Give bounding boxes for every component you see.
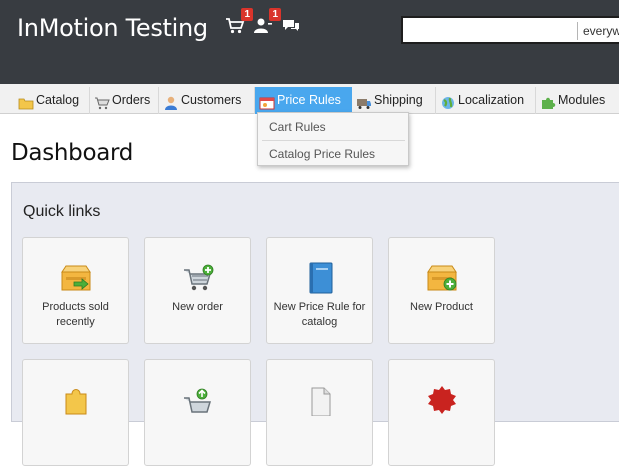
tab-label: Localization [458, 93, 525, 107]
page-title: Dashboard [11, 140, 134, 166]
tab-orders[interactable]: Orders [90, 87, 159, 114]
price-tag-icon [259, 93, 275, 110]
cart-icon [94, 93, 110, 110]
folder-icon [18, 93, 34, 110]
quick-links-title: Quick links [23, 203, 101, 220]
tab-label: Shipping [374, 93, 423, 107]
quick-link-label: New Price Rule for catalog [273, 301, 366, 328]
top-header: InMotion Testing 1 1 everyw [0, 0, 619, 84]
tab-label: Catalog [36, 93, 80, 107]
seal-icon [426, 384, 458, 416]
quick-links-panel: Quick links Products sold recently New o… [11, 182, 619, 466]
quick-link-new-price-rule-for-catalog[interactable]: New Price Rule for catalog [266, 237, 373, 344]
search-scope-select[interactable]: everyw [577, 22, 619, 40]
box-add-icon [426, 262, 458, 294]
cart-upload-icon [182, 384, 214, 416]
tab-catalog[interactable]: Catalog [14, 87, 90, 114]
main-menu: Catalog Orders Customers Price Rules Shi… [0, 84, 619, 114]
submenu-item-cart-rules[interactable]: Cart Rules [258, 114, 408, 140]
user-icon [163, 93, 179, 110]
book-icon [304, 262, 336, 294]
quick-link-label: New order [172, 301, 223, 313]
document-icon [304, 384, 336, 417]
quick-link-cart-upload[interactable] [144, 359, 251, 466]
tab-shipping[interactable]: Shipping [352, 87, 436, 114]
cart-notification-icon[interactable]: 1 [225, 8, 253, 37]
price-rules-submenu: Cart Rules Catalog Price Rules [257, 112, 409, 166]
quick-link-new-order[interactable]: New order [144, 237, 251, 344]
customers-badge: 1 [269, 8, 281, 21]
tab-localization[interactable]: Localization [436, 87, 536, 114]
globe-icon [440, 93, 456, 109]
messages-icon[interactable] [281, 17, 301, 37]
quick-link-new-module[interactable] [22, 359, 129, 466]
tab-customers[interactable]: Customers [159, 87, 255, 114]
quick-link-new-product[interactable]: New Product [388, 237, 495, 344]
shop-name[interactable]: InMotion Testing [17, 14, 208, 42]
tab-label: Customers [181, 93, 242, 107]
submenu-item-catalog-price-rules[interactable]: Catalog Price Rules [258, 141, 408, 167]
box-arrow-icon [60, 262, 92, 294]
cart-badge: 1 [241, 8, 253, 21]
quick-link-products-sold-recently[interactable]: Products sold recently [22, 237, 129, 344]
quick-link-document[interactable] [266, 359, 373, 466]
customers-notification-icon[interactable]: 1 [253, 8, 281, 37]
quick-link-label: New Product [410, 301, 473, 313]
quick-link-label: Products sold recently [42, 301, 109, 328]
tab-price-rules[interactable]: Price Rules [255, 87, 352, 114]
puzzle-icon [60, 384, 92, 416]
tab-label: Price Rules [277, 93, 341, 107]
tab-label: Modules [558, 93, 606, 107]
search-input[interactable]: everyw [401, 16, 619, 44]
quick-link-badge[interactable] [388, 359, 495, 466]
truck-icon [356, 93, 372, 109]
cart-add-icon [182, 262, 214, 294]
tab-modules[interactable]: Modules [536, 87, 619, 114]
tab-label: Orders [112, 93, 151, 107]
puzzle-icon [540, 93, 556, 109]
